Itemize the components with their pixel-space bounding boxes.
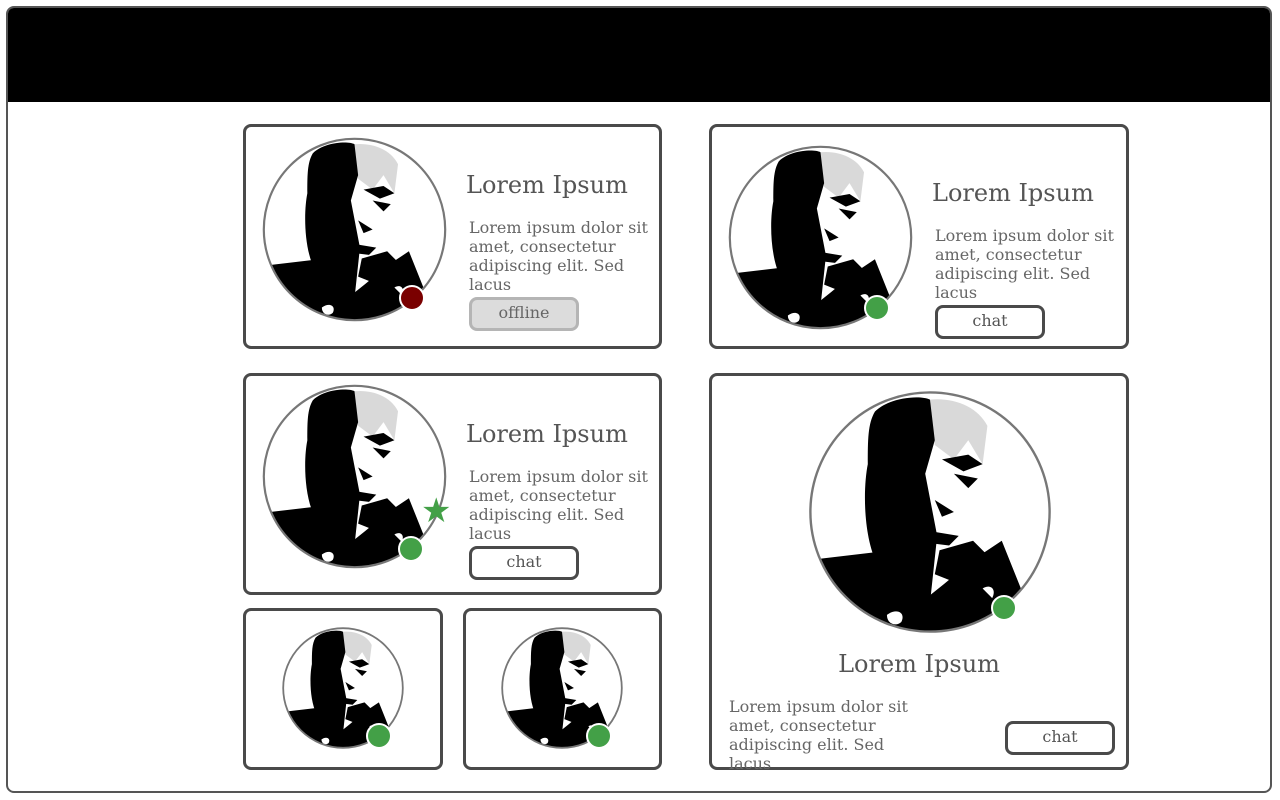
status-online-icon (586, 723, 612, 749)
offline-button[interactable]: offline (469, 297, 579, 331)
chat-button[interactable]: chat (469, 546, 579, 580)
header-bar (8, 8, 1270, 102)
status-online-icon (864, 295, 890, 321)
profile-description: Lorem ipsum dolor sit amet, consectetur … (935, 226, 1114, 302)
profile-card-small-1 (243, 608, 443, 770)
status-offline-icon (399, 285, 425, 311)
chat-button[interactable]: chat (935, 305, 1045, 339)
profile-card-1: Lorem Ipsum Lorem ipsum dolor sit amet, … (243, 124, 662, 349)
profile-name: Lorem Ipsum (466, 171, 628, 199)
profile-card-large: Lorem Ipsum Lorem ipsum dolor sit amet, … (709, 373, 1129, 773)
profile-description: Lorem ipsum dolor sit amet, consectetur … (469, 467, 648, 543)
profile-description: Lorem ipsum dolor sit amet, consectetur … (729, 697, 908, 773)
status-online-icon (366, 723, 392, 749)
profile-description: Lorem ipsum dolor sit amet, consectetur … (469, 218, 648, 294)
avatar (808, 390, 1052, 634)
status-online-icon (991, 595, 1017, 621)
chat-button[interactable]: chat (1005, 721, 1115, 755)
profile-name: Lorem Ipsum (932, 179, 1094, 207)
profile-name: Lorem Ipsum (466, 420, 628, 448)
profile-card-2: Lorem Ipsum Lorem ipsum dolor sit amet, … (709, 124, 1129, 349)
favorite-star-icon: ★ (421, 491, 452, 531)
profile-card-small-2 (463, 608, 662, 770)
profile-name: Lorem Ipsum (838, 650, 1000, 678)
profile-card-3: ★ Lorem Ipsum Lorem ipsum dolor sit amet… (243, 373, 662, 595)
status-online-icon (398, 536, 424, 562)
